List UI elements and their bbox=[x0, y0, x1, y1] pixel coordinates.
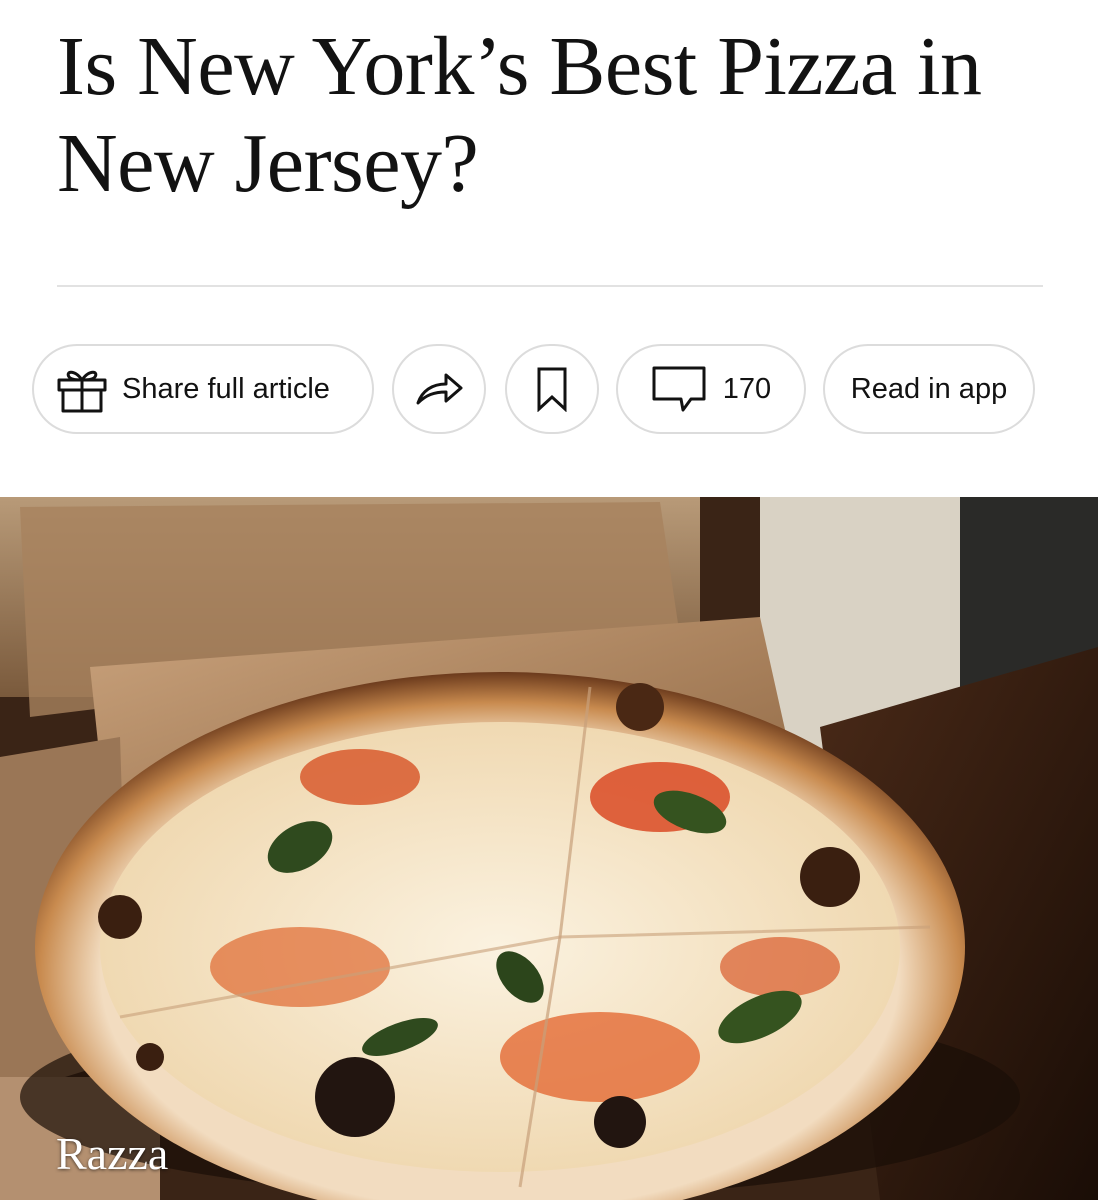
share-button[interactable] bbox=[392, 344, 486, 434]
headline-divider bbox=[57, 285, 1043, 287]
pizza-photo bbox=[0, 497, 1098, 1200]
article-headline: Is New York’s Best Pizza in New Jersey? bbox=[57, 20, 982, 210]
image-caption: Razza bbox=[56, 1128, 169, 1179]
share-arrow-icon bbox=[414, 369, 464, 409]
comments-button[interactable]: 170 bbox=[616, 344, 806, 434]
save-button[interactable] bbox=[505, 344, 599, 434]
share-full-article-label: Share full article bbox=[122, 372, 330, 405]
share-full-article-button[interactable]: Share full article bbox=[32, 344, 374, 434]
comment-count: 170 bbox=[722, 372, 772, 405]
comment-bubble-icon bbox=[651, 364, 707, 414]
gift-icon bbox=[56, 364, 108, 414]
hero-image: Razza bbox=[0, 497, 1098, 1200]
bookmark-icon bbox=[534, 366, 570, 412]
read-in-app-label: Read in app bbox=[850, 372, 1008, 405]
read-in-app-button[interactable]: Read in app bbox=[823, 344, 1035, 434]
